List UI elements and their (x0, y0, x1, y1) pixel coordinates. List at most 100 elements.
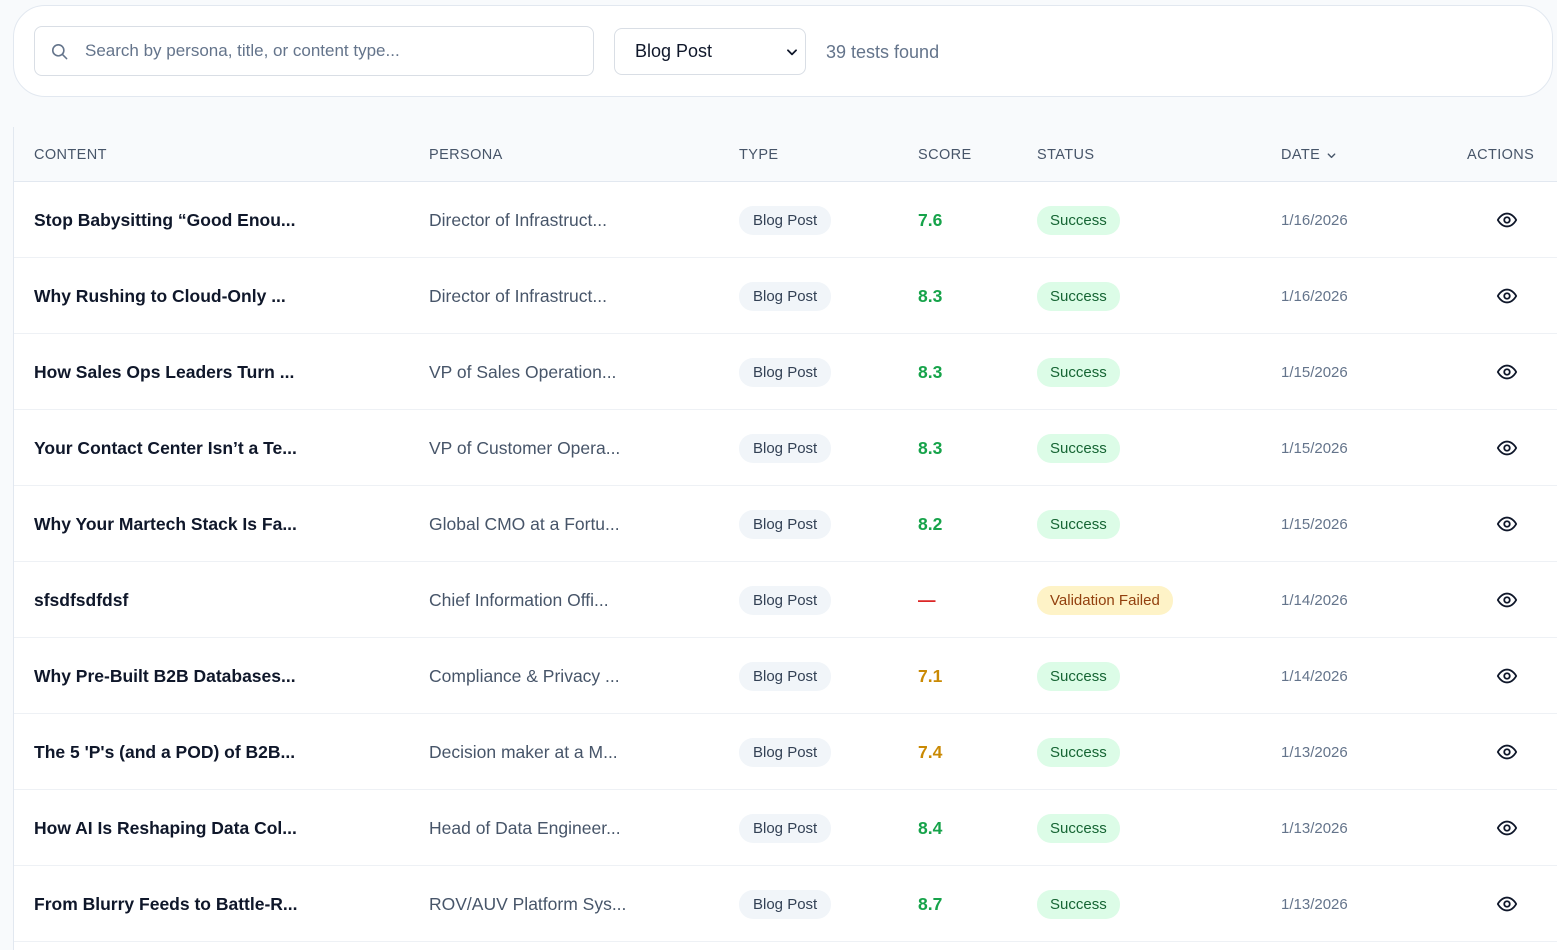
actions-cell (1496, 562, 1518, 638)
content-title[interactable]: The 5 'P's (and a POD) of B2B... (34, 714, 295, 790)
content-title[interactable]: Your Contact Center Isn’t a Te... (34, 410, 297, 486)
eye-icon[interactable] (1496, 285, 1518, 307)
persona-text: ROV/AUV Platform Sys... (429, 893, 627, 914)
type-pill: Blog Post (739, 585, 832, 615)
persona-text: Director of Infrastruct... (429, 209, 607, 230)
header-score: SCORE (918, 147, 972, 163)
sort-chevron-down-icon (1327, 152, 1336, 158)
header-date[interactable]: DATE (1281, 147, 1337, 163)
eye-icon[interactable] (1496, 361, 1518, 383)
eye-icon[interactable] (1496, 589, 1518, 611)
content-title[interactable]: From Blurry Feeds to Battle-R... (34, 866, 298, 942)
type-pill: Blog Post (739, 357, 832, 387)
actions-cell (1496, 790, 1518, 866)
status-cell: Validation Failed (1037, 562, 1173, 638)
type-cell: Blog Post (739, 714, 832, 790)
table-row[interactable]: The 5 'P's (and a POD) of B2B... Decision… (14, 714, 1557, 790)
type-cell: Blog Post (739, 790, 832, 866)
actions-cell (1496, 410, 1518, 486)
content-title[interactable]: Why Pre-Built B2B Databases... (34, 638, 296, 714)
persona-text: Decision maker at a M... (429, 741, 618, 762)
type-pill: Blog Post (739, 737, 832, 767)
content-title[interactable]: Stop Babysitting “Good Enou... (34, 182, 296, 258)
date-text: 1/13/2026 (1281, 743, 1348, 761)
score-value: 7.1 (918, 665, 943, 686)
table-row[interactable]: From Blurry Feeds to Battle-R... ROV/AUV … (14, 866, 1557, 942)
content-type-select[interactable]: Blog Post (614, 28, 806, 75)
actions-cell (1496, 334, 1518, 410)
persona-text: VP of Sales Operation... (429, 361, 617, 382)
status-cell: Success (1037, 258, 1120, 334)
search-box[interactable] (34, 26, 594, 76)
header-actions: ACTIONS (1467, 147, 1535, 163)
header-status: STATUS (1037, 147, 1095, 163)
eye-icon[interactable] (1496, 209, 1518, 231)
persona-text: Compliance & Privacy ... (429, 665, 620, 686)
score-value: 8.3 (918, 361, 943, 382)
table-row[interactable]: Stop Babysitting “Good Enou... Director o… (14, 182, 1557, 258)
table-header: CONTENT PERSONA TYPE SCORE STATUS DATE A… (14, 127, 1557, 182)
content-title[interactable]: Why Your Martech Stack Is Fa... (34, 486, 297, 562)
type-cell: Blog Post (739, 486, 832, 562)
content-title[interactable]: sfsdfsdfdsf (34, 562, 128, 638)
eye-icon[interactable] (1496, 741, 1518, 763)
type-cell: Blog Post (739, 866, 832, 942)
content-title[interactable]: How AI Is Reshaping Data Col... (34, 790, 297, 866)
type-pill: Blog Post (739, 509, 832, 539)
persona-text: Head of Data Engineer... (429, 817, 621, 838)
type-cell: Blog Post (739, 258, 832, 334)
table-row[interactable]: sfsdfsdfdsf Chief Information Offi... Blog… (14, 562, 1557, 638)
actions-cell (1496, 638, 1518, 714)
table-row[interactable]: Why Rushing to Cloud-Only ... Director of… (14, 258, 1557, 334)
eye-icon[interactable] (1496, 665, 1518, 687)
type-pill: Blog Post (739, 433, 832, 463)
date-text: 1/15/2026 (1281, 439, 1348, 457)
date-text: 1/13/2026 (1281, 819, 1348, 837)
table-row[interactable]: Why Your Martech Stack Is Fa... Global CM… (14, 486, 1557, 562)
status-cell: Success (1037, 410, 1120, 486)
persona-text: Chief Information Offi... (429, 589, 609, 610)
search-icon (51, 43, 68, 60)
status-cell: Success (1037, 638, 1120, 714)
eye-icon[interactable] (1496, 817, 1518, 839)
status-cell: Success (1037, 866, 1120, 942)
header-persona: PERSONA (429, 147, 503, 163)
status-badge: Success (1037, 357, 1120, 387)
content-title[interactable]: How Sales Ops Leaders Turn ... (34, 334, 294, 410)
search-input[interactable] (85, 27, 585, 75)
eye-icon[interactable] (1496, 513, 1518, 535)
status-cell: Success (1037, 486, 1120, 562)
status-cell: Success (1037, 790, 1120, 866)
header-content: CONTENT (34, 147, 107, 163)
header-type: TYPE (739, 147, 779, 163)
actions-cell (1496, 258, 1518, 334)
table-row[interactable]: Your Contact Center Isn’t a Te... VP of C… (14, 410, 1557, 486)
type-pill: Blog Post (739, 281, 832, 311)
status-badge: Success (1037, 433, 1120, 463)
persona-text: Director of Infrastruct... (429, 285, 607, 306)
date-text: 1/15/2026 (1281, 363, 1348, 381)
filter-bar: Blog Post 39 tests found (13, 5, 1553, 97)
table-row[interactable]: How Sales Ops Leaders Turn ... VP of Sale… (14, 334, 1557, 410)
actions-cell (1496, 866, 1518, 942)
eye-icon[interactable] (1496, 893, 1518, 915)
status-badge: Success (1037, 737, 1120, 767)
score-value: 8.3 (918, 285, 943, 306)
score-value: 7.6 (918, 209, 943, 230)
type-pill: Blog Post (739, 813, 832, 843)
status-badge: Success (1037, 889, 1120, 919)
date-text: 1/13/2026 (1281, 895, 1348, 913)
date-text: 1/16/2026 (1281, 211, 1348, 229)
persona-text: VP of Customer Opera... (429, 437, 621, 458)
status-badge: Success (1037, 281, 1120, 311)
header-date-label: DATE (1281, 147, 1321, 163)
eye-icon[interactable] (1496, 437, 1518, 459)
status-badge: Validation Failed (1037, 585, 1173, 615)
table-row[interactable]: Why Pre-Built B2B Databases... Compliance… (14, 638, 1557, 714)
status-badge: Success (1037, 813, 1120, 843)
content-title[interactable]: Why Rushing to Cloud-Only ... (34, 258, 286, 334)
type-pill: Blog Post (739, 889, 832, 919)
table-row[interactable]: How AI Is Reshaping Data Col... Head of D… (14, 790, 1557, 866)
date-text: 1/16/2026 (1281, 287, 1348, 305)
persona-text: Global CMO at a Fortu... (429, 513, 620, 534)
